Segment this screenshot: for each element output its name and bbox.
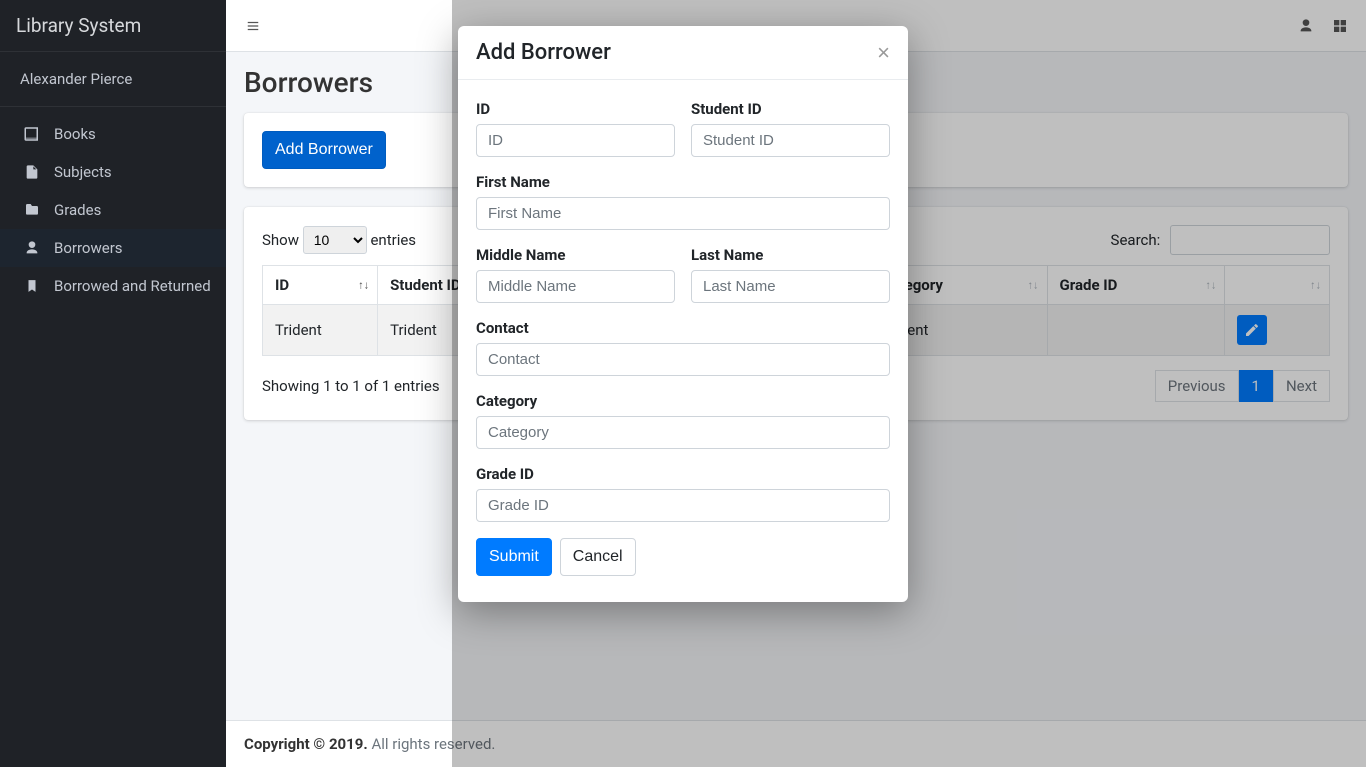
add-borrower-modal: Add Borrower × ID Student ID First Name … xyxy=(458,26,908,602)
close-icon[interactable]: × xyxy=(877,42,890,64)
sidebar-item-label: Books xyxy=(54,125,96,143)
modal-body: ID Student ID First Name Middle Name Las… xyxy=(458,80,908,602)
datatable-length: Show 10 entries xyxy=(262,226,416,254)
datatable-info: Showing 1 to 1 of 1 entries xyxy=(262,377,440,395)
menu-toggle-icon[interactable] xyxy=(244,19,262,33)
label-last-name: Last Name xyxy=(691,246,890,264)
label-middle-name: Middle Name xyxy=(476,246,675,264)
bookmark-icon xyxy=(20,277,44,295)
input-id[interactable] xyxy=(476,124,675,157)
input-middle-name[interactable] xyxy=(476,270,675,303)
brand: Library System xyxy=(0,0,226,52)
label-grade-id: Grade ID xyxy=(476,465,890,483)
input-first-name[interactable] xyxy=(476,197,890,230)
user-icon xyxy=(20,239,44,257)
sidebar-item-label: Grades xyxy=(54,201,101,219)
sidebar-item-books[interactable]: Books xyxy=(0,115,226,153)
user-name: Alexander Pierce xyxy=(0,52,226,107)
label-student-id: Student ID xyxy=(691,100,890,118)
label-id: ID xyxy=(476,100,675,118)
input-last-name[interactable] xyxy=(691,270,890,303)
cancel-button[interactable]: Cancel xyxy=(560,538,636,576)
label-first-name: First Name xyxy=(476,173,890,191)
sidebar-item-label: Subjects xyxy=(54,163,112,181)
label-category: Category xyxy=(476,392,890,410)
sidebar-item-label: Borrowers xyxy=(54,239,123,257)
sidebar-item-label: Borrowed and Returned xyxy=(54,277,211,295)
length-prefix: Show xyxy=(262,231,299,249)
sidebar-item-subjects[interactable]: Subjects xyxy=(0,153,226,191)
submit-button[interactable]: Submit xyxy=(476,538,552,576)
length-suffix: entries xyxy=(370,231,416,249)
sidebar-item-borrowers[interactable]: Borrowers xyxy=(0,229,226,267)
file-icon xyxy=(20,163,44,181)
sidebar-item-borrowed-returned[interactable]: Borrowed and Returned xyxy=(0,267,226,305)
sidebar-nav: Books Subjects Grades Borrowers Borrowed xyxy=(0,107,226,313)
length-select[interactable]: 10 xyxy=(303,226,367,254)
sidebar-item-grades[interactable]: Grades xyxy=(0,191,226,229)
input-grade-id[interactable] xyxy=(476,489,890,522)
col-id[interactable]: ID ↑↓ xyxy=(263,266,378,305)
sidebar: Library System Alexander Pierce Books Su… xyxy=(0,0,226,767)
input-category[interactable] xyxy=(476,416,890,449)
book-icon xyxy=(20,125,44,143)
add-borrower-button[interactable]: Add Borrower xyxy=(262,131,386,169)
sort-asc-icon: ↑↓ xyxy=(358,279,369,292)
modal-title: Add Borrower xyxy=(476,40,611,65)
label-contact: Contact xyxy=(476,319,890,337)
input-contact[interactable] xyxy=(476,343,890,376)
input-student-id[interactable] xyxy=(691,124,890,157)
modal-header: Add Borrower × xyxy=(458,26,908,80)
folder-icon xyxy=(20,202,44,218)
footer-copyright-strong: Copyright © 2019. xyxy=(244,735,368,753)
cell-id: Trident xyxy=(263,305,378,356)
